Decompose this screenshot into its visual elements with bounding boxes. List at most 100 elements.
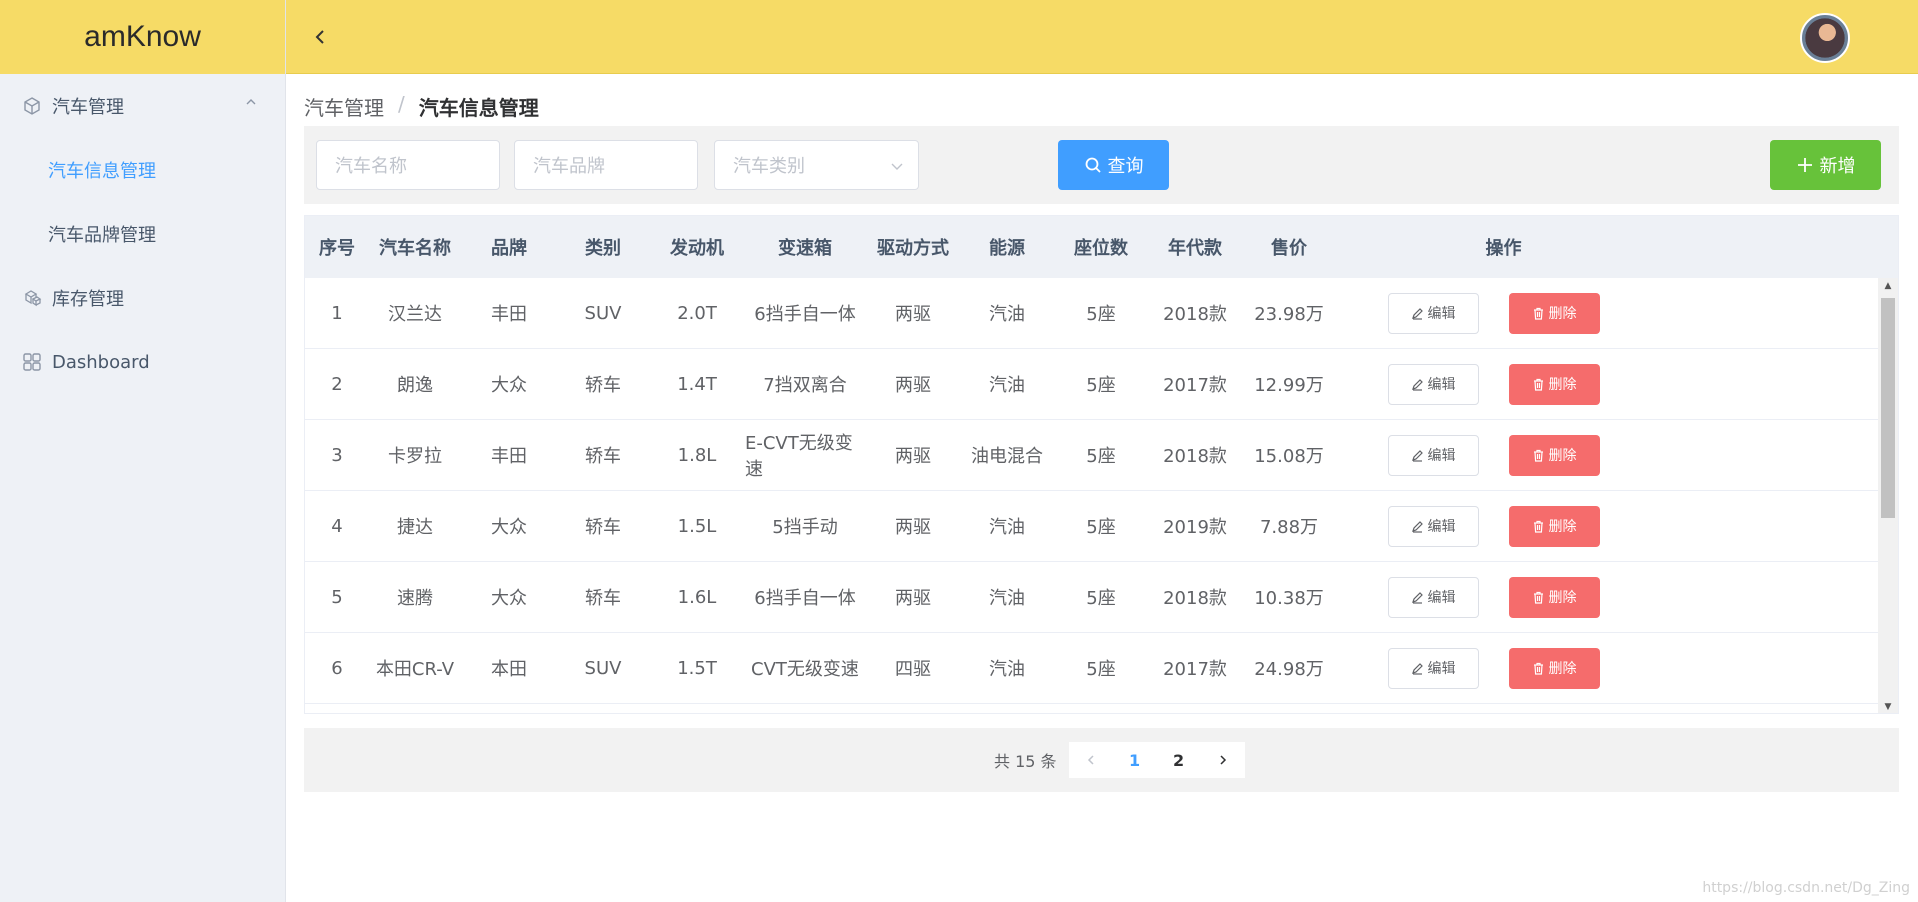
table-cell: 丰田 — [491, 304, 527, 325]
delete-button[interactable]: 删除 — [1508, 505, 1600, 547]
table-scrollbar[interactable]: ▲ ▼ — [1878, 278, 1898, 713]
table-cell: 23.98万 — [1254, 304, 1324, 325]
chevron-left-icon[interactable] — [310, 26, 330, 48]
edit-button[interactable]: 编辑 — [1387, 647, 1479, 689]
column-header: 年代款 — [1168, 238, 1222, 259]
delete-button[interactable]: 删除 — [1508, 363, 1600, 405]
menu-inventory[interactable]: 库存管理 — [0, 266, 285, 330]
chevron-up-icon — [246, 99, 256, 105]
edit-button[interactable]: 编辑 — [1387, 363, 1479, 405]
trash-icon — [1533, 662, 1543, 675]
table-cell: 2.0T — [677, 302, 717, 324]
pencil-icon — [1411, 378, 1423, 391]
submenu-car-brand[interactable]: 汽车品牌管理 — [0, 202, 285, 266]
delete-button[interactable]: 删除 — [1508, 292, 1600, 334]
table-cell: 汽油 — [989, 375, 1025, 396]
table-cell: 2019款 — [1163, 517, 1227, 538]
pencil-icon — [1411, 662, 1423, 675]
table-body: 1 汉兰达 丰田 SUV 2.0T 6挡手自一体 两驱 汽油 5座 2018款 23.98万 编辑 删除… — [305, 278, 1880, 713]
trash-icon — [1533, 520, 1543, 533]
column-header: 品牌 — [491, 238, 527, 259]
table-cell: 2017款 — [1163, 375, 1227, 396]
delete-label: 删除 — [1548, 306, 1577, 322]
edit-button[interactable]: 编辑 — [1387, 505, 1479, 547]
table-header: 序号 汽车名称 品牌 类别 发动机 变速箱 驱动方式 能源 座位数 年代款 售价 操作 — [305, 216, 1898, 278]
edit-label: 编辑 — [1427, 590, 1456, 606]
table-cell: 2017款 — [1163, 659, 1227, 680]
table-row: 3 卡罗拉 丰田 轿车 1.8L E-CVT无级变速 两驱 油电混合 5座 2018款 15.08万… — [305, 420, 1880, 491]
car-category-select[interactable]: 汽车类别 — [714, 140, 919, 190]
car-name-input[interactable]: 汽车名称 — [316, 140, 500, 190]
edit-button[interactable]: 编辑 — [1387, 292, 1479, 334]
query-button[interactable]: 查询 — [1058, 140, 1169, 190]
table-cell: 5 — [331, 586, 343, 608]
app-logo: amKnow — [0, 0, 285, 74]
table-cell: 4 — [331, 515, 343, 537]
row-actions: 编辑 删除 — [1337, 278, 1650, 348]
pencil-icon — [1411, 591, 1423, 604]
table-cell: 2018款 — [1163, 304, 1227, 325]
table-cell: 7挡双离合 — [763, 375, 847, 396]
trash-icon — [1533, 307, 1543, 320]
table-cell: 3 — [331, 444, 343, 466]
menu-car-management[interactable]: 汽车管理 — [0, 74, 285, 138]
table-cell: 轿车 — [585, 588, 621, 609]
next-page-icon[interactable] — [1200, 742, 1245, 778]
cube-icon — [24, 97, 40, 115]
table-cell: 速腾 — [397, 588, 433, 609]
menu-dashboard[interactable]: Dashboard — [0, 330, 285, 394]
column-header: 汽车名称 — [379, 238, 451, 259]
delete-button[interactable]: 删除 — [1508, 434, 1600, 476]
table-cell: 5座 — [1086, 517, 1116, 538]
table-cell: 1.5T — [677, 657, 717, 679]
menu-label: 汽车管理 — [52, 97, 124, 118]
pagination-bar: 共 15 条 1 2 — [304, 728, 1899, 792]
column-header: 售价 — [1271, 238, 1307, 259]
table-cell: 四驱 — [895, 659, 931, 680]
column-header: 发动机 — [670, 238, 724, 259]
page-1[interactable]: 1 — [1112, 742, 1157, 778]
table-cell: 2 — [331, 373, 343, 395]
breadcrumb-parent[interactable]: 汽车管理 — [304, 92, 384, 121]
row-actions: 编辑 删除 — [1337, 491, 1650, 561]
table-cell: 5座 — [1086, 588, 1116, 609]
chevron-down-icon — [891, 163, 903, 170]
edit-button[interactable]: 编辑 — [1387, 576, 1479, 618]
edit-label: 编辑 — [1427, 661, 1456, 677]
select-placeholder: 汽车类别 — [733, 156, 805, 177]
scroll-thumb[interactable] — [1881, 298, 1895, 518]
scroll-down-arrow-icon[interactable]: ▼ — [1878, 699, 1898, 713]
table-cell: 两驱 — [895, 375, 931, 396]
breadcrumb-separator: / — [398, 92, 405, 116]
table-cell: 5挡手动 — [772, 517, 838, 538]
table-cell: 6挡手自一体 — [754, 304, 856, 325]
delete-button[interactable]: 删除 — [1508, 576, 1600, 618]
pagination-total: 共 15 条 — [994, 752, 1057, 771]
scroll-up-arrow-icon[interactable]: ▲ — [1878, 278, 1898, 294]
car-brand-input[interactable]: 汽车品牌 — [514, 140, 698, 190]
table-cell: 汽油 — [989, 304, 1025, 325]
prev-page-icon[interactable] — [1068, 742, 1113, 778]
search-toolbar: 汽车名称 汽车品牌 汽车类别 查询 新增 — [304, 126, 1899, 204]
column-header: 座位数 — [1074, 238, 1128, 259]
table-cell: 两驱 — [895, 446, 931, 467]
menu-label: 库存管理 — [52, 289, 124, 310]
delete-button[interactable]: 删除 — [1508, 647, 1600, 689]
add-button[interactable]: 新增 — [1770, 140, 1881, 190]
edit-button[interactable]: 编辑 — [1387, 434, 1479, 476]
table-cell: 本田CR-V — [375, 659, 455, 680]
delete-label: 删除 — [1548, 448, 1577, 464]
table-cell: 24.98万 — [1254, 659, 1324, 680]
table-cell: 轿车 — [585, 446, 621, 467]
edit-label: 编辑 — [1427, 448, 1456, 464]
table-cell: 1 — [331, 302, 343, 324]
table-cell: 大众 — [491, 588, 527, 609]
avatar[interactable] — [1800, 13, 1850, 63]
table-cell: 轿车 — [585, 375, 621, 396]
breadcrumb-current: 汽车信息管理 — [418, 96, 539, 120]
table-cell: 油电混合 — [971, 446, 1043, 467]
table-cell: 轿车 — [585, 517, 621, 538]
submenu-car-info[interactable]: 汽车信息管理 — [0, 138, 285, 202]
sidebar: amKnow 汽车管理 汽车信息管理 汽车品牌管理 库存管理 Dashboard — [0, 0, 286, 902]
page-2[interactable]: 2 — [1156, 742, 1201, 778]
